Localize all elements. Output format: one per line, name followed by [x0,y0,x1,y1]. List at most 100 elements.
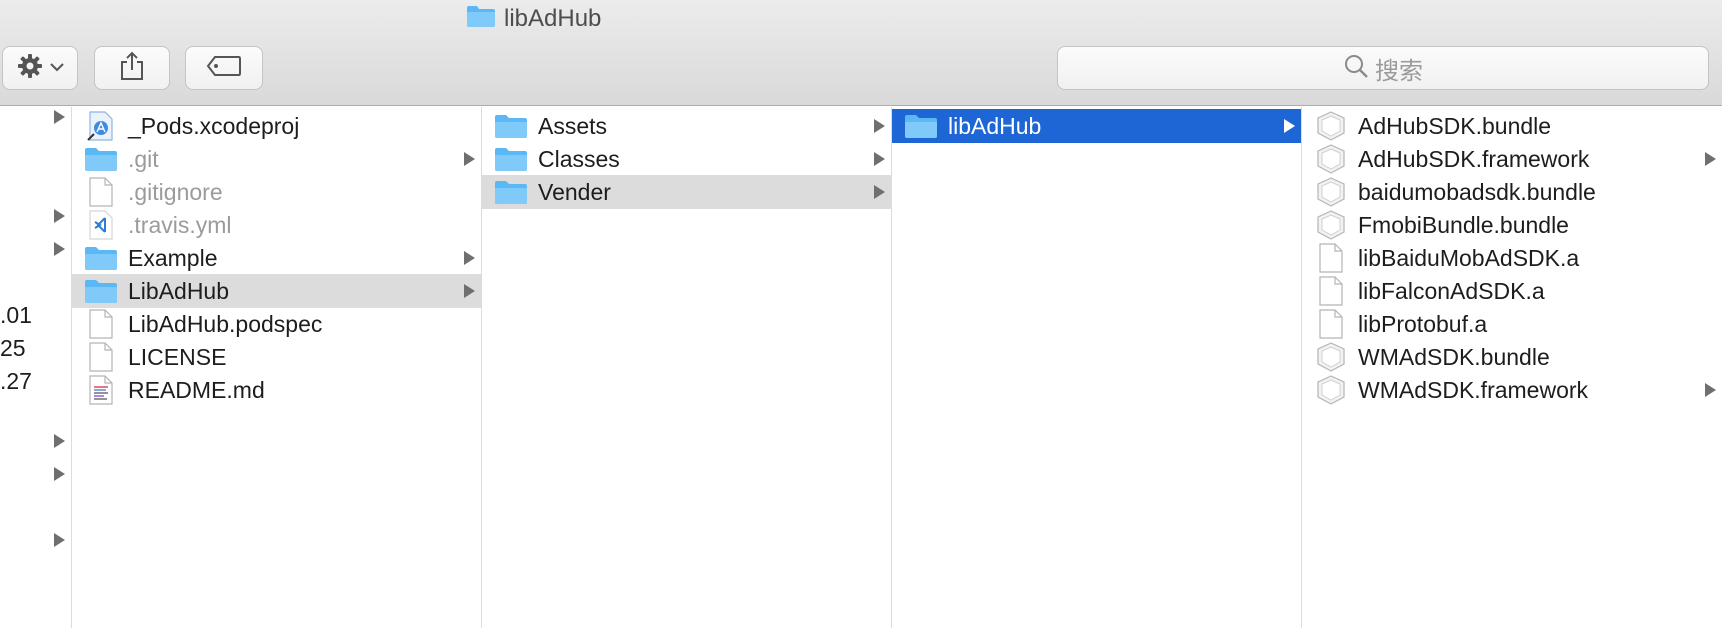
item-label: AdHubSDK.framework [1358,145,1590,172]
document-icon [84,309,118,339]
item-label: FmobiBundle.bundle [1358,211,1569,238]
item-label: Vender [538,178,611,205]
item-label: Example [128,244,218,271]
disclosure-arrow-icon[interactable] [874,185,885,199]
disclosure-arrow-icon[interactable] [464,284,475,298]
bundle-icon [1314,342,1348,372]
disclosure-arrow-icon[interactable] [1705,383,1716,397]
list-item[interactable]: AdHubSDK.bundle [1302,109,1722,143]
list-item[interactable]: LibAdHub [72,274,481,308]
disclosure-arrow-icon[interactable] [1705,152,1716,166]
folder-icon [904,112,938,140]
folder-icon [84,277,118,305]
share-button[interactable] [94,46,170,90]
folder-icon [494,112,528,140]
disclosure-arrow-icon[interactable] [54,242,65,256]
action-menu-button[interactable] [2,46,78,90]
document-icon [84,177,118,207]
vscode-icon [84,210,118,240]
window-title-text: libAdHub [504,5,602,32]
window-title: libAdHub [466,4,601,34]
tag-button[interactable] [185,46,263,90]
list-item[interactable]: FmobiBundle.bundle [1302,208,1722,242]
disclosure-arrow-icon[interactable] [54,434,65,448]
list-item[interactable]: LibAdHub.podspec [72,307,481,341]
folder-icon [466,4,496,35]
browser-column-libadhub-contents[interactable]: AdHubSDK.bundle AdHubSDK.framework baidumo… [1302,107,1722,628]
list-item[interactable]: libFalconAdSDK.a [1302,274,1722,308]
bundle-icon [1314,111,1348,141]
disclosure-arrow-icon[interactable] [1284,119,1295,133]
disclosure-arrow-icon[interactable] [464,251,475,265]
list-item[interactable]: baidumobadsdk.bundle [1302,175,1722,209]
browser-column-libadhub[interactable]: Assets Classes Vender [482,107,892,628]
item-label: LICENSE [128,343,227,370]
disclosure-arrow-icon[interactable] [54,110,65,124]
gear-icon [16,52,44,85]
list-item[interactable]: WMAdSDK.bundle [1302,340,1722,374]
magnifier-icon [1343,53,1369,84]
browser-column-vender[interactable]: libAdHub [892,107,1302,628]
tag-icon [206,55,242,82]
browser-column-parent[interactable]: .01 25 .27 [0,107,72,628]
item-label: .git [128,145,159,172]
item-label: Assets [538,112,608,139]
list-item[interactable]: Example [72,241,481,275]
finder-toolbar: libAdHub 搜索 [0,0,1722,106]
text-document-icon [84,375,118,405]
disclosure-arrow-icon[interactable] [54,467,65,481]
disclosure-arrow-icon[interactable] [54,209,65,223]
document-icon [84,342,118,372]
item-label: libBaiduMobAdSDK.a [1358,244,1580,271]
item-label: LibAdHub.podspec [128,310,323,337]
column-value: .01 [0,302,32,328]
column-value: 25 [0,335,26,361]
share-icon [119,51,145,86]
item-label: _Pods.xcodeproj [128,112,300,139]
search-field[interactable]: 搜索 [1057,46,1709,90]
item-label: libAdHub [948,112,1042,139]
document-icon [1314,276,1348,306]
list-item[interactable]: Classes [482,142,891,176]
bundle-icon [1314,144,1348,174]
item-label: WMAdSDK.bundle [1358,343,1550,370]
document-icon [1314,309,1348,339]
list-item[interactable]: .gitignore [72,175,481,209]
item-label: libFalconAdSDK.a [1358,277,1545,304]
list-item[interactable]: .git [72,142,481,176]
list-item[interactable]: libAdHub [892,109,1301,143]
disclosure-arrow-icon[interactable] [874,152,885,166]
folder-icon [494,178,528,206]
list-item[interactable]: Vender [482,175,891,209]
xcodeproj-icon [84,111,118,141]
item-label: baidumobadsdk.bundle [1358,178,1596,205]
item-label: .gitignore [128,178,223,205]
bundle-icon [1314,210,1348,240]
folder-icon [84,145,118,173]
list-item[interactable]: _Pods.xcodeproj [72,109,481,143]
folder-icon [84,244,118,272]
list-item[interactable]: libBaiduMobAdSDK.a [1302,241,1722,275]
list-item[interactable]: libProtobuf.a [1302,307,1722,341]
disclosure-arrow-icon[interactable] [874,119,885,133]
disclosure-arrow-icon[interactable] [464,152,475,166]
item-label: README.md [128,376,265,403]
list-item[interactable]: LICENSE [72,340,481,374]
item-label: AdHubSDK.bundle [1358,112,1552,139]
list-item[interactable]: AdHubSDK.framework [1302,142,1722,176]
document-icon [1314,243,1348,273]
disclosure-arrow-icon[interactable] [54,533,65,547]
item-label: libProtobuf.a [1358,310,1488,337]
list-item[interactable]: README.md [72,373,481,407]
item-label: Classes [538,145,620,172]
browser-column-project[interactable]: _Pods.xcodeproj .git .gitignore .travis.yml… [72,107,482,628]
folder-icon [494,145,528,173]
list-item[interactable]: Assets [482,109,891,143]
list-item[interactable]: WMAdSDK.framework [1302,373,1722,407]
search-placeholder: 搜索 [1375,57,1423,85]
item-label: LibAdHub [128,277,230,304]
column-value: .27 [0,368,32,394]
chevron-down-icon [50,59,64,77]
bundle-icon [1314,177,1348,207]
list-item[interactable]: .travis.yml [72,208,481,242]
